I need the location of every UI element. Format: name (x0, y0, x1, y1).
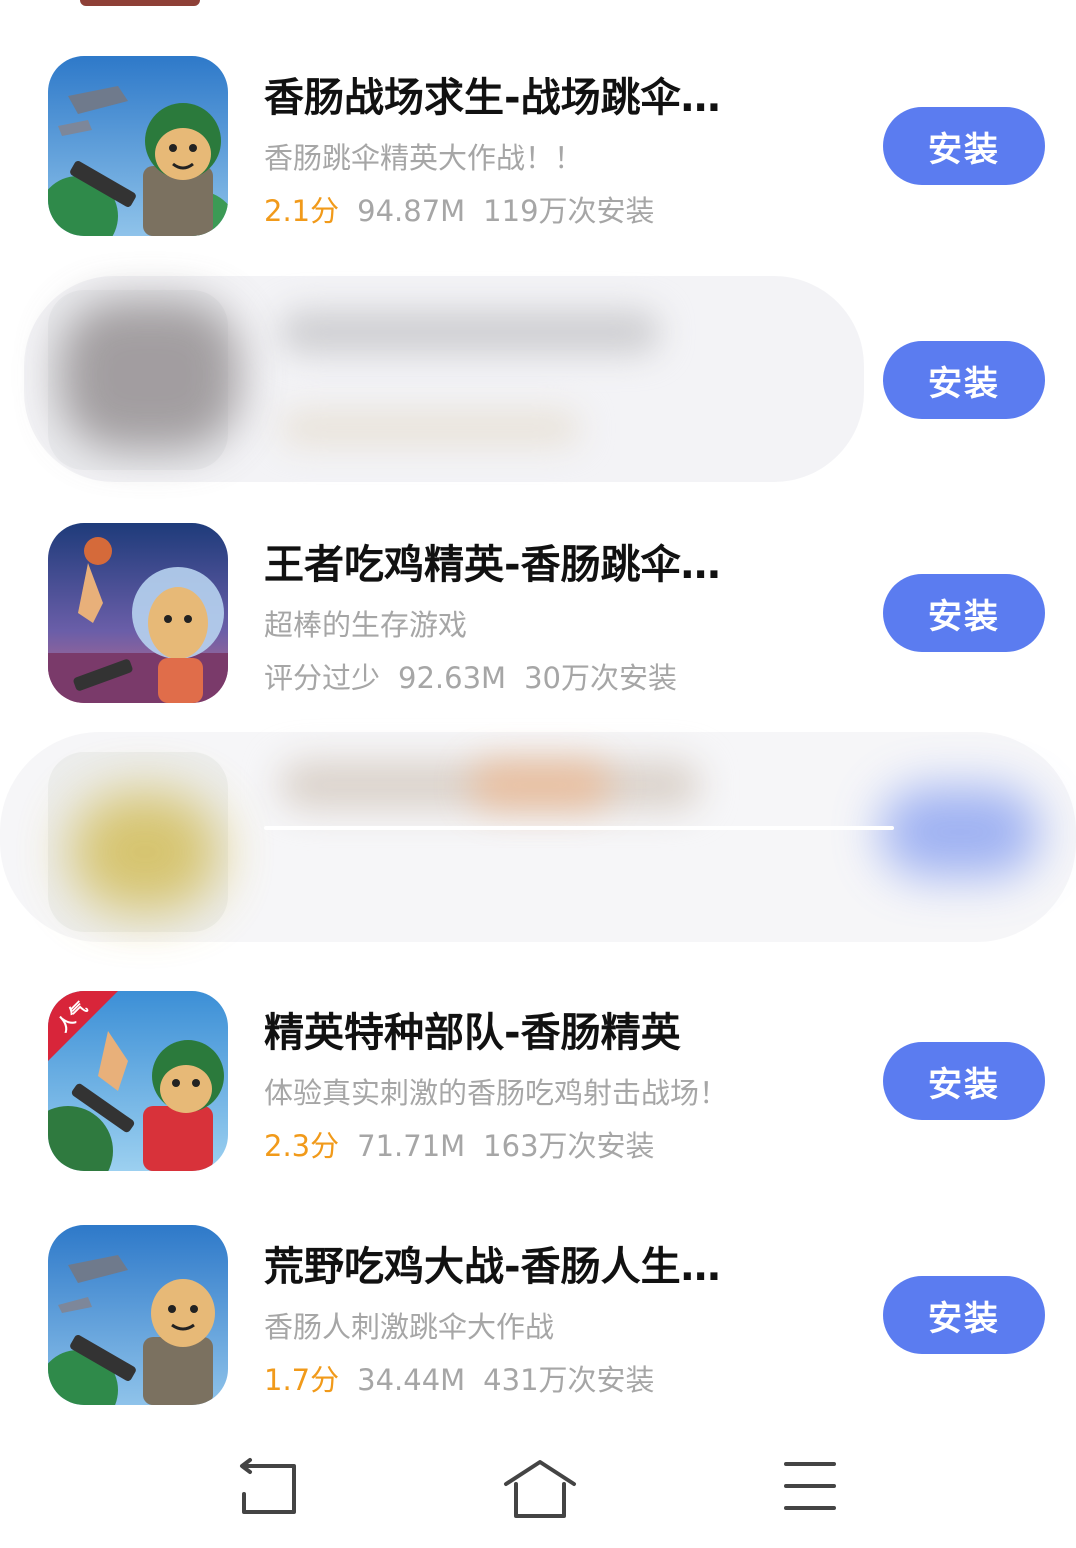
app-meta: 1.7分 34.44M 431万次安装 (264, 1362, 864, 1398)
install-button[interactable]: 安装 (883, 107, 1045, 185)
app-title[interactable]: 精英特种部队-香肠精英 (264, 1009, 804, 1057)
app-description: 香肠跳伞精英大作战！！ (264, 141, 584, 175)
app-icon-sausage-forces[interactable]: 人气 (48, 991, 228, 1171)
app-installs: 30万次安装 (524, 661, 677, 695)
app-size: 94.87M (357, 194, 466, 228)
app-installs: 119万次安装 (483, 194, 655, 228)
app-icon-sausage-soldier[interactable] (48, 56, 228, 236)
install-button[interactable]: 安装 (883, 1276, 1045, 1354)
app-meta: 2.1分 94.87M 119万次安装 (264, 193, 864, 229)
app-icon-sausage-astronaut[interactable] (48, 523, 228, 703)
app-rating: 2.1分 (264, 194, 340, 228)
app-icon-sausage-wilderness[interactable] (48, 1225, 228, 1405)
app-list-item[interactable]: 香肠战场求生-战场跳伞… 香肠跳伞精英大作战！！ 2.1分 94.87M 119万次… (0, 56, 1076, 236)
app-rating: 1.7分 (264, 1363, 340, 1397)
app-title[interactable]: 荒野吃鸡大战-香肠人生… (264, 1243, 804, 1291)
install-button[interactable]: 安装 (883, 1042, 1045, 1120)
app-title[interactable]: 香肠战场求生-战场跳伞… (264, 74, 804, 122)
install-button[interactable]: 安装 (883, 574, 1045, 652)
app-size: 71.71M (357, 1129, 466, 1163)
app-installs: 163万次安装 (483, 1129, 655, 1163)
app-list-item-obscured[interactable] (0, 732, 1076, 942)
back-icon[interactable] (220, 1454, 320, 1524)
app-meta: 评分过少 92.63M 30万次安装 (264, 660, 864, 696)
app-list-item-obscured[interactable]: 安装 (0, 276, 1076, 482)
menu-icon[interactable] (760, 1454, 860, 1524)
app-title[interactable]: 王者吃鸡精英-香肠跳伞… (264, 541, 804, 589)
app-meta: 2.3分 71.71M 163万次安装 (264, 1128, 864, 1164)
home-icon[interactable] (490, 1454, 590, 1524)
system-navigation-bar (0, 1430, 1076, 1548)
app-list-item[interactable]: 人气 精英特种部队-香肠精英 体验真实刺激的香肠吃鸡射击战场！ 2.3分 71.7… (0, 991, 1076, 1171)
app-description: 超棒的生存游戏 (264, 608, 468, 642)
app-size: 34.44M (357, 1363, 466, 1397)
app-list-item[interactable]: 王者吃鸡精英-香肠跳伞… 超棒的生存游戏 评分过少 92.63M 30万次安装 安装 (0, 523, 1076, 703)
app-rating: 评分过少 (264, 661, 381, 695)
app-list-item[interactable]: 荒野吃鸡大战-香肠人生… 香肠人刺激跳伞大作战 1.7分 34.44M 431万次安… (0, 1225, 1076, 1405)
app-size: 92.63M (398, 661, 507, 695)
previous-item-edge (80, 0, 200, 6)
app-description: 体验真实刺激的香肠吃鸡射击战场！ (264, 1076, 729, 1110)
app-installs: 431万次安装 (483, 1363, 655, 1397)
app-description: 香肠人刺激跳伞大作战 (264, 1310, 555, 1344)
install-button[interactable]: 安装 (883, 341, 1045, 419)
app-rating: 2.3分 (264, 1129, 340, 1163)
